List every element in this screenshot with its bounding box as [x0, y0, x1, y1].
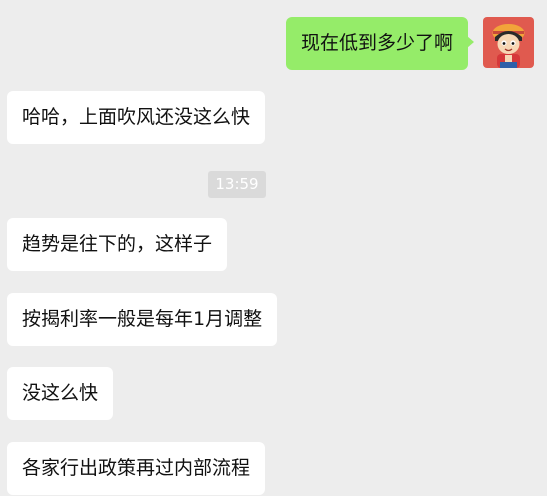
incoming-message-bubble[interactable]: 各家行出政策再过内部流程	[7, 442, 266, 495]
incoming-message-text: 按揭利率一般是每年1月调整	[22, 308, 263, 330]
incoming-message-text: 各家行出政策再过内部流程	[22, 457, 251, 479]
incoming-message-bubble[interactable]: 没这么快	[7, 367, 114, 420]
incoming-message-text: 哈哈，上面吹风还没这么快	[22, 106, 251, 128]
user-avatar[interactable]	[483, 17, 534, 68]
cartoon-avatar-icon	[483, 17, 534, 68]
incoming-message-text: 没这么快	[22, 382, 99, 404]
outgoing-message-bubble[interactable]: 现在低到多少了啊	[285, 17, 475, 70]
incoming-message-text: 趋势是往下的，这样子	[22, 233, 213, 255]
incoming-message-bubble[interactable]: 趋势是往下的，这样子	[7, 218, 228, 271]
incoming-message-bubble[interactable]: 哈哈，上面吹风还没这么快	[7, 91, 266, 144]
incoming-message-bubble[interactable]: 按揭利率一般是每年1月调整	[7, 293, 278, 346]
message-timestamp: 13:59	[208, 171, 266, 198]
outgoing-message-text: 现在低到多少了啊	[300, 32, 453, 54]
